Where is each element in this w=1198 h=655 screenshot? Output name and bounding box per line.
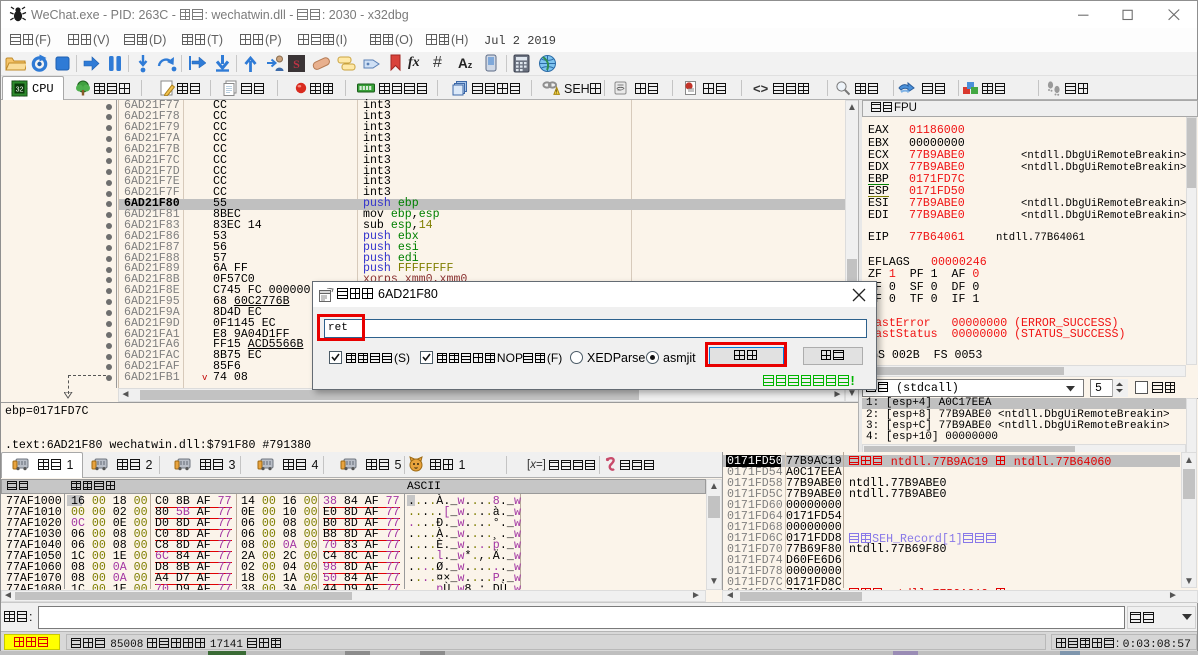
svg-text:<>: <>	[616, 86, 624, 93]
svg-text:S: S	[293, 57, 300, 71]
svg-text:32: 32	[16, 87, 24, 94]
